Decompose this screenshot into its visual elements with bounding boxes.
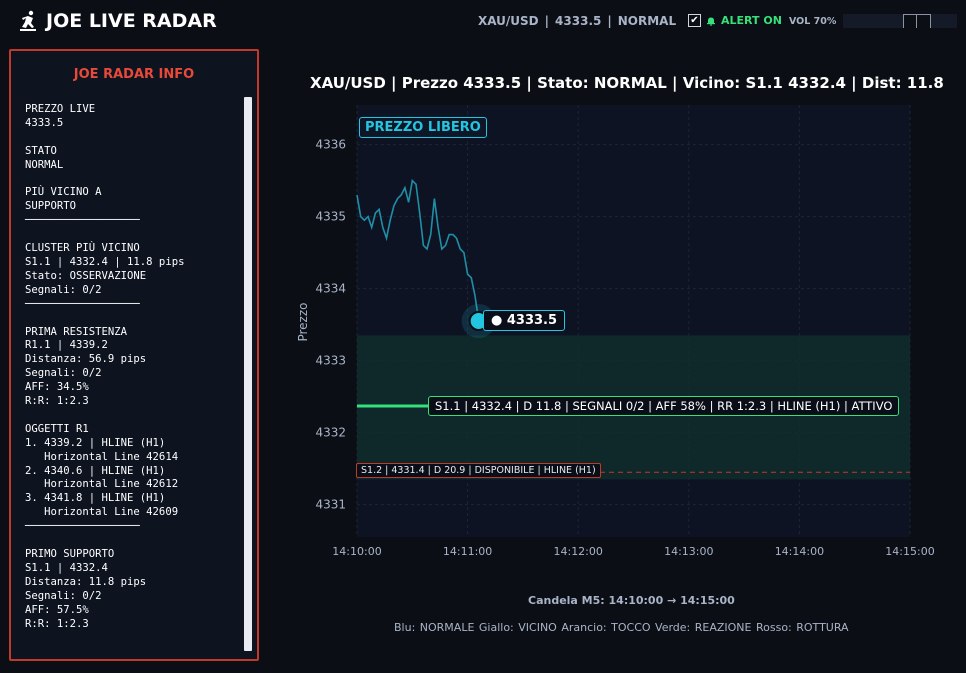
x-tick-label: 14:14:00 [775,545,824,558]
price-free-badge: PREZZO LIBERO [359,117,487,138]
y-tick-label: 4335 [315,210,346,224]
y-axis-ticks: 4331 4332 4333 4334 4335 4336 [315,138,346,512]
candle-caption: Candela M5: 14:10:00 → 14:15:00 [528,594,735,607]
current-price-label: ● 4333.5 [483,310,566,331]
y-tick-label: 4332 [315,426,346,440]
y-tick-label: 4334 [315,282,346,296]
support-s2-label: S1.2 | 4331.4 | D 20.9 | DISPONIBILE | H… [356,463,601,478]
y-axis-label: Prezzo [296,302,310,341]
y-tick-label: 4331 [315,498,346,512]
support-s1-label: S1.1 | 4332.4 | D 11.8 | SEGNALI 0/2 | A… [428,396,900,416]
x-tick-label: 14:12:00 [553,545,602,558]
price-chart: 4331 4332 4333 4334 4335 4336 14:10:00 14:11:0… [296,105,935,558]
x-tick-label: 14:10:00 [332,545,381,558]
x-axis-ticks: 14:10:00 14:11:00 14:12:00 14:13:00 14:14:00… [332,545,934,558]
y-tick-label: 4333 [315,354,346,368]
x-tick-label: 14:11:00 [443,545,492,558]
x-tick-label: 14:13:00 [664,545,713,558]
y-tick-label: 4336 [315,138,346,152]
x-tick-label: 14:15:00 [885,545,934,558]
color-legend: Blu: NORMALE Giallo: VICINO Arancio: TOC… [394,621,849,634]
